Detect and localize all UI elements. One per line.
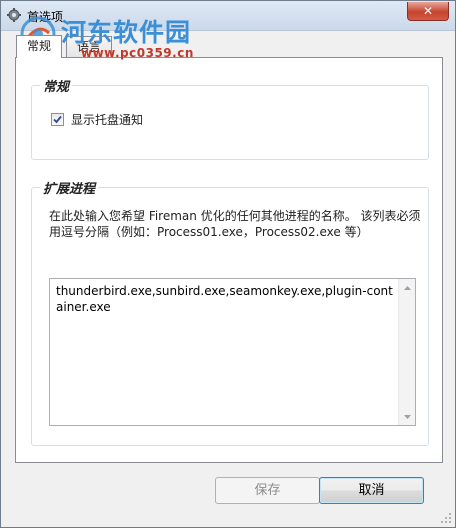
tab-general[interactable]: 常规 bbox=[16, 35, 62, 58]
general-group: 常规 显示托盘通知 bbox=[31, 76, 429, 160]
close-icon: ✕ bbox=[422, 4, 434, 18]
window-title: 首选项 bbox=[27, 10, 64, 24]
tray-notification-checkbox[interactable] bbox=[51, 113, 64, 126]
save-button[interactable]: 保存 bbox=[215, 477, 320, 504]
extended-processes-group: 扩展进程 在此处输入您希望 Fireman 优化的任何其他进程的名称。 该列表必… bbox=[31, 178, 429, 446]
scroll-down-icon[interactable] bbox=[399, 408, 415, 425]
processes-textarea-value[interactable]: thunderbird.exe,sunbird.exe,seamonkey.ex… bbox=[56, 283, 396, 315]
preferences-window: 首选项 ✕ 常规 语言 常规 显示托盘通知 扩展进程 在此处输入您希望 Fire… bbox=[0, 0, 456, 528]
close-button[interactable]: ✕ bbox=[407, 2, 449, 21]
processes-textarea[interactable]: thunderbird.exe,sunbird.exe,seamonkey.ex… bbox=[49, 278, 416, 426]
extended-description: 在此处输入您希望 Fireman 优化的任何其他进程的名称。 该列表必须用逗号分… bbox=[49, 209, 421, 239]
tray-notification-label: 显示托盘通知 bbox=[71, 113, 144, 127]
textarea-scrollbar[interactable] bbox=[398, 279, 415, 425]
tray-notification-row[interactable]: 显示托盘通知 bbox=[51, 111, 143, 128]
title-bar[interactable]: 首选项 ✕ bbox=[1, 1, 455, 31]
gear-icon bbox=[7, 8, 21, 22]
general-group-legend: 常规 bbox=[40, 76, 73, 95]
cancel-button[interactable]: 取消 bbox=[319, 477, 424, 504]
tab-language[interactable]: 语言 bbox=[66, 36, 112, 57]
tab-panel-general: 常规 显示托盘通知 扩展进程 在此处输入您希望 Fireman 优化的任何其他进… bbox=[15, 57, 443, 463]
resize-grip-icon[interactable] bbox=[440, 512, 452, 524]
extended-group-legend: 扩展进程 bbox=[40, 178, 99, 197]
scroll-up-icon[interactable] bbox=[399, 279, 415, 296]
checkmark-icon bbox=[53, 115, 62, 124]
